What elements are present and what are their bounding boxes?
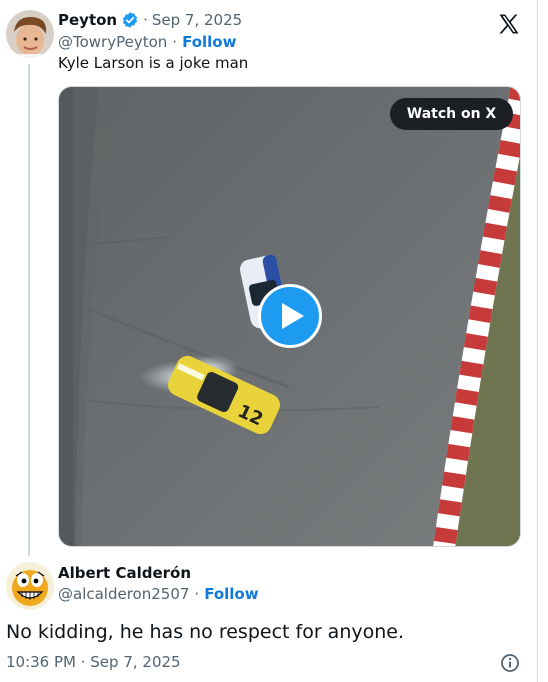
- tweet-handle-row: @TowryPeyton · Follow: [58, 33, 236, 51]
- play-icon: [280, 301, 306, 331]
- reply-timestamp[interactable]: 10:36 PM · Sep 7, 2025: [6, 653, 181, 671]
- follow-link[interactable]: Follow: [182, 33, 236, 51]
- verified-badge-icon: [121, 11, 139, 29]
- embedded-tweet-card: Peyton · Sep 7, 2025 @TowryPeyton · Foll…: [0, 0, 538, 682]
- reply-handle-row: @alcalderon2507 · Follow: [58, 585, 259, 603]
- tweet-date[interactable]: Sep 7, 2025: [152, 11, 242, 29]
- reply-author-handle[interactable]: @alcalderon2507: [58, 585, 189, 603]
- separator-dot: ·: [194, 585, 200, 603]
- tweet-header: Peyton · Sep 7, 2025: [58, 11, 242, 29]
- tweet-text: Kyle Larson is a joke man: [58, 54, 249, 72]
- reply-author-name[interactable]: Albert Calderón: [58, 564, 191, 582]
- play-button[interactable]: [258, 284, 322, 348]
- reply-text: No kidding, he has no respect for anyone…: [6, 621, 404, 643]
- x-logo-icon[interactable]: [497, 12, 521, 36]
- separator-dot: ·: [172, 33, 178, 51]
- info-icon[interactable]: [500, 653, 520, 673]
- reply-follow-link[interactable]: Follow: [204, 585, 258, 603]
- watch-on-x-button[interactable]: Watch on X: [390, 98, 513, 130]
- author-handle[interactable]: @TowryPeyton: [58, 33, 167, 51]
- separator-dot: ·: [143, 11, 148, 29]
- avatar[interactable]: [6, 10, 54, 58]
- author-name[interactable]: Peyton: [58, 11, 117, 29]
- thread-connector-line: [28, 64, 30, 556]
- avatar[interactable]: [6, 562, 54, 610]
